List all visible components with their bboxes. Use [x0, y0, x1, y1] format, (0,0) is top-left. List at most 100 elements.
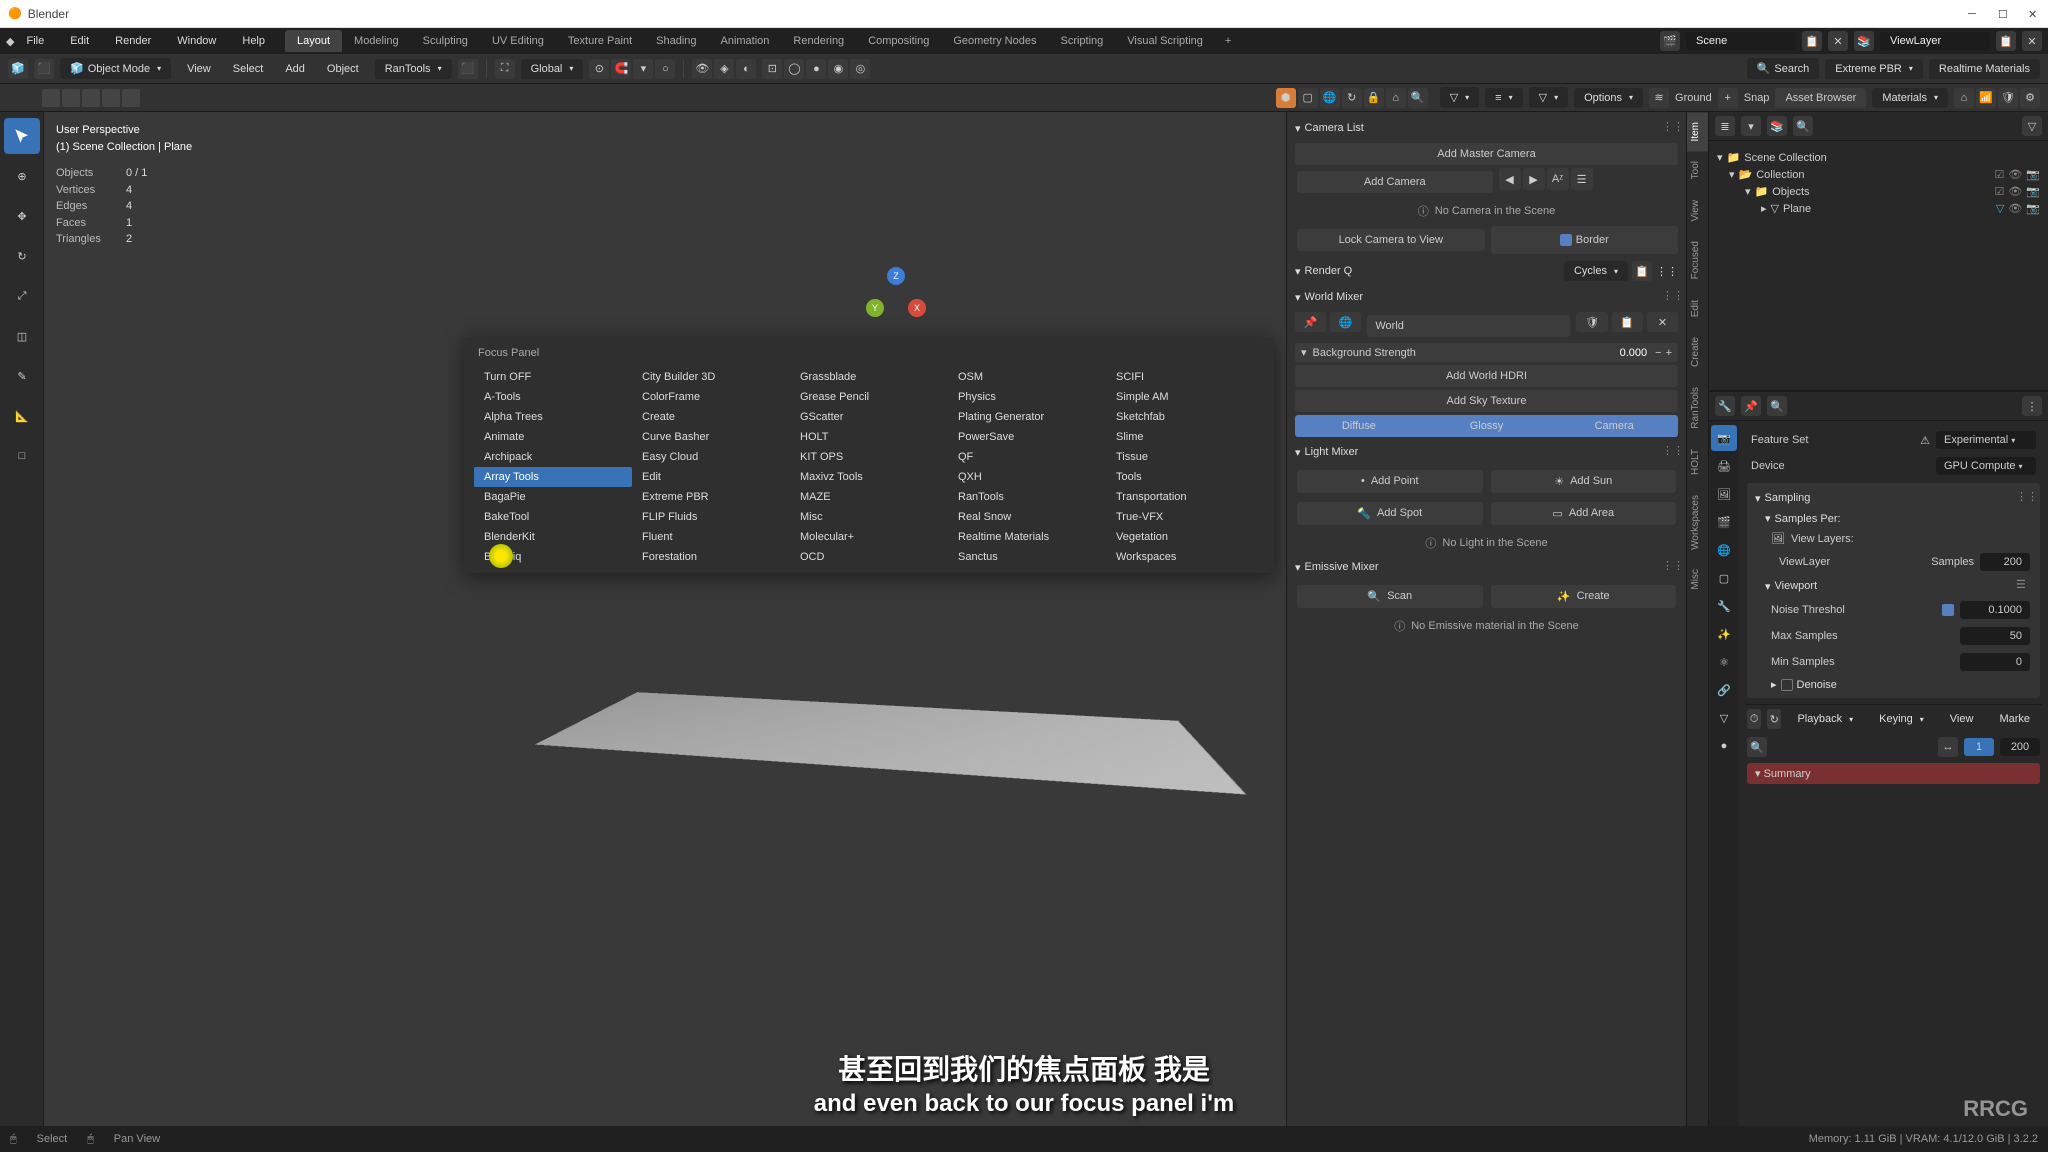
- focus-item-realtime-materials[interactable]: Realtime Materials: [948, 527, 1106, 547]
- blender-icon[interactable]: ◆: [6, 35, 14, 48]
- focus-item-true-vfx[interactable]: True-VFX: [1106, 507, 1264, 527]
- add-world-hdri-button[interactable]: Add World HDRI: [1295, 365, 1678, 387]
- header-menu-object[interactable]: Object: [317, 59, 369, 79]
- focus-item-molecular-[interactable]: Molecular+: [790, 527, 948, 547]
- add-workspace-icon[interactable]: +: [1217, 31, 1239, 51]
- diffuse-button[interactable]: Diffuse: [1295, 415, 1423, 437]
- asset-browser-button[interactable]: Asset Browser: [1775, 88, 1866, 108]
- scan-button[interactable]: 🔍Scan: [1297, 585, 1483, 608]
- axis-x[interactable]: X: [908, 299, 926, 317]
- tab-texture-paint[interactable]: Texture Paint: [556, 30, 644, 52]
- orientation-dropdown[interactable]: Global: [521, 59, 584, 79]
- focus-item-fluent[interactable]: Fluent: [632, 527, 790, 547]
- focus-item-blenderkit[interactable]: BlenderKit: [474, 527, 632, 547]
- tab-compositing[interactable]: Compositing: [856, 30, 941, 52]
- menu-file[interactable]: File: [16, 31, 54, 51]
- world-delete-icon[interactable]: ✕: [1647, 312, 1678, 332]
- viewlayer-delete-icon[interactable]: ✕: [2022, 31, 2042, 51]
- focus-item-extreme-pbr[interactable]: Extreme PBR: [632, 487, 790, 507]
- camera-button[interactable]: Camera: [1550, 415, 1678, 437]
- drag-icon[interactable]: ⋮⋮: [1662, 289, 1678, 305]
- cameralist-toggle[interactable]: ▾: [1295, 122, 1301, 135]
- tool-annotate[interactable]: ✎: [4, 358, 40, 394]
- focus-item-grease-pencil[interactable]: Grease Pencil: [790, 387, 948, 407]
- prop-tab-physics[interactable]: ⚛: [1711, 649, 1737, 675]
- tab-scripting[interactable]: Scripting: [1048, 30, 1115, 52]
- focus-item-curve-basher[interactable]: Curve Basher: [632, 427, 790, 447]
- tab-uv-editing[interactable]: UV Editing: [480, 30, 556, 52]
- focus-item-city-builder-3d[interactable]: City Builder 3D: [632, 367, 790, 387]
- prop-tab-particle[interactable]: ✨: [1711, 621, 1737, 647]
- focus-item-array-tools[interactable]: Array Tools: [474, 467, 632, 487]
- focus-item-flip-fluids[interactable]: FLIP Fluids: [632, 507, 790, 527]
- eye-icon[interactable]: 👁: [2008, 168, 2022, 181]
- outliner-scene-collection[interactable]: ▾📁Scene Collection: [1713, 149, 2044, 166]
- gear-icon[interactable]: ⚙: [2020, 88, 2040, 108]
- tool-select[interactable]: [4, 118, 40, 154]
- sampling-toggle[interactable]: ▾: [1755, 492, 1761, 505]
- search-dropdown[interactable]: 🔍 Search: [1747, 58, 1820, 79]
- viewlayer-browse-icon[interactable]: 📚: [1854, 31, 1874, 51]
- timeline-view-menu[interactable]: View: [1940, 709, 1984, 729]
- focus-item-baketool[interactable]: BakeTool: [474, 507, 632, 527]
- focus-item-physics[interactable]: Physics: [948, 387, 1106, 407]
- view-dropdown[interactable]: ▽: [1529, 87, 1568, 108]
- focus-item-archipack[interactable]: Archipack: [474, 447, 632, 467]
- timeline-editor-icon[interactable]: ⏱: [1747, 709, 1761, 729]
- props-editor-icon[interactable]: 🔧: [1715, 396, 1735, 416]
- tab-modeling[interactable]: Modeling: [342, 30, 411, 52]
- tab-animation[interactable]: Animation: [709, 30, 782, 52]
- frame-current[interactable]: 1: [1964, 738, 1994, 756]
- border-checkbox[interactable]: [1560, 234, 1572, 246]
- select-invert-icon[interactable]: [82, 89, 100, 107]
- shading-solid-icon[interactable]: ●: [806, 59, 826, 79]
- focus-item-slime[interactable]: Slime: [1106, 427, 1264, 447]
- viewlayer-new-icon[interactable]: 📋: [1996, 31, 2016, 51]
- focus-item-sketchfab[interactable]: Sketchfab: [1106, 407, 1264, 427]
- drag-icon[interactable]: ⋮⋮: [1662, 559, 1678, 575]
- realtime-materials-dropdown[interactable]: Realtime Materials: [1929, 59, 2040, 79]
- axis-z[interactable]: Z: [887, 267, 905, 285]
- samples-per-toggle[interactable]: ▾: [1765, 512, 1771, 525]
- add-sky-texture-button[interactable]: Add Sky Texture: [1295, 390, 1678, 412]
- focus-item-plating-generator[interactable]: Plating Generator: [948, 407, 1106, 427]
- mode-icon[interactable]: ⬛: [34, 59, 54, 79]
- menu-render[interactable]: Render: [105, 31, 161, 51]
- tool-transform[interactable]: ◫: [4, 318, 40, 354]
- home-icon[interactable]: ⌂: [1954, 88, 1974, 108]
- tab-layout[interactable]: Layout: [285, 30, 342, 52]
- focus-item-colorframe[interactable]: ColorFrame: [632, 387, 790, 407]
- rantools-menu[interactable]: RanTools: [375, 59, 452, 79]
- vtab-tool[interactable]: Tool: [1687, 151, 1708, 189]
- viewlayer-name[interactable]: ViewLayer: [1880, 32, 1990, 50]
- frame-end[interactable]: 200: [2000, 738, 2040, 756]
- focus-item-real-snow[interactable]: Real Snow: [948, 507, 1106, 527]
- tab-geometry-nodes[interactable]: Geometry Nodes: [941, 30, 1048, 52]
- select-box-icon[interactable]: [102, 89, 120, 107]
- samples-value[interactable]: 200: [1980, 553, 2030, 571]
- outliner-display-icon[interactable]: ▾: [1741, 116, 1761, 136]
- window-minimize[interactable]: ─: [1968, 8, 1980, 20]
- focus-item-rantools[interactable]: RanTools: [948, 487, 1106, 507]
- overlay-icon[interactable]: ◐: [736, 59, 756, 79]
- extreme-pbr-dropdown[interactable]: Extreme PBR: [1825, 59, 1923, 79]
- focus-item-maze[interactable]: MAZE: [790, 487, 948, 507]
- create-button[interactable]: ✨Create: [1491, 585, 1677, 608]
- focus-item-scifi[interactable]: SCIFI: [1106, 367, 1264, 387]
- focus-item-animate[interactable]: Animate: [474, 427, 632, 447]
- proportional-icon[interactable]: ○: [655, 59, 675, 79]
- focus-item-forestation[interactable]: Forestation: [632, 547, 790, 567]
- outliner-objects[interactable]: ▾📁Objects☑👁📷: [1713, 183, 2044, 200]
- overlay-globe-icon[interactable]: 🌐: [1320, 88, 1340, 108]
- timeline-search-icon[interactable]: 🔍: [1747, 737, 1767, 757]
- world-fake-icon[interactable]: 🛡: [1576, 312, 1607, 332]
- menu-window[interactable]: Window: [167, 31, 226, 51]
- pivot-icon[interactable]: ⊙: [589, 59, 609, 79]
- renderq-toggle[interactable]: ▾: [1295, 265, 1301, 278]
- vtab-item[interactable]: Item: [1687, 112, 1708, 151]
- device-dropdown[interactable]: GPU Compute: [1936, 457, 2036, 475]
- focus-item-tissue[interactable]: Tissue: [1106, 447, 1264, 467]
- axis-y[interactable]: Y: [866, 299, 884, 317]
- overlay-search-icon[interactable]: 🔍: [1408, 88, 1428, 108]
- shading-preview-icon[interactable]: ◉: [828, 59, 848, 79]
